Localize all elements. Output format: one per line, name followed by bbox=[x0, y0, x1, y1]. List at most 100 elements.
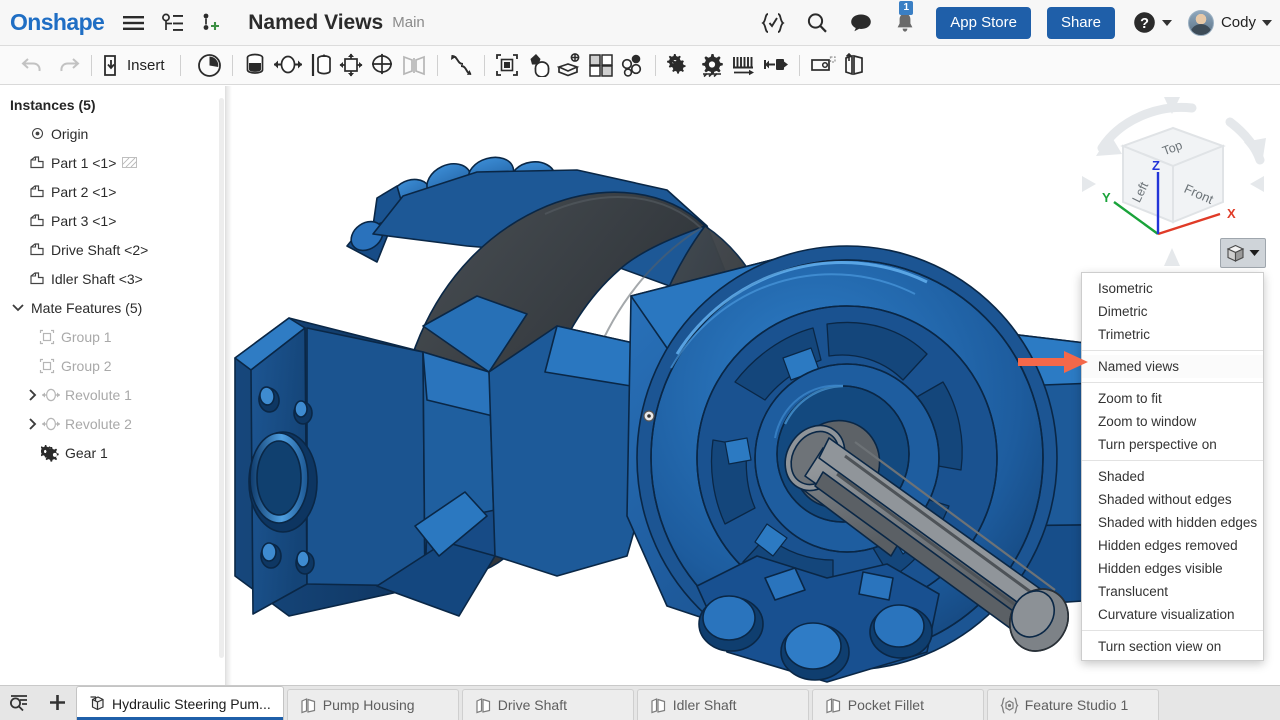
menu-item-hidden-edges-removed[interactable]: Hidden edges removed bbox=[1082, 534, 1263, 557]
tab-pump-housing[interactable]: Pump Housing bbox=[287, 689, 459, 720]
user-chevron-down-icon[interactable] bbox=[1262, 20, 1272, 26]
help-menu[interactable]: ? bbox=[1133, 11, 1172, 34]
search-icon[interactable] bbox=[802, 8, 832, 38]
cylindrical-mate-icon[interactable] bbox=[366, 50, 398, 80]
gear-relation-icon[interactable] bbox=[663, 50, 696, 80]
tree-item-gear-1[interactable]: Gear 1 bbox=[0, 438, 225, 467]
add-tab-button[interactable] bbox=[38, 685, 76, 720]
toolbar-divider bbox=[91, 55, 92, 76]
tree-item-idler-shaft[interactable]: Idler Shaft <3> bbox=[0, 264, 225, 293]
menu-item-shaded-without-edges[interactable]: Shaded without edges bbox=[1082, 488, 1263, 511]
comment-icon[interactable] bbox=[846, 8, 876, 38]
pin-slot-mate-icon[interactable] bbox=[398, 50, 430, 80]
tangent-relation-icon[interactable] bbox=[760, 50, 792, 80]
tree-item-part-1[interactable]: Part 1 <1> bbox=[0, 148, 225, 177]
menu-item-translucent[interactable]: Translucent bbox=[1082, 580, 1263, 603]
chevron-right-icon[interactable] bbox=[24, 418, 40, 430]
assembly-feature-pattern-icon[interactable] bbox=[554, 50, 586, 80]
group-icon[interactable] bbox=[492, 50, 522, 80]
insert-button[interactable]: Insert bbox=[99, 50, 173, 80]
tab-hydraulic-steering-pump[interactable]: Hydraulic Steering Pum... bbox=[76, 686, 284, 720]
gear-relation-icon bbox=[40, 444, 62, 462]
tree-group-mate-features[interactable]: Mate Features (5) bbox=[0, 293, 225, 322]
menu-item-named-views[interactable]: Named views bbox=[1082, 355, 1263, 378]
revolute-mate-icon[interactable] bbox=[270, 50, 306, 80]
rack-pinion-relation-icon[interactable] bbox=[728, 50, 760, 80]
menu-item-shaded[interactable]: Shaded bbox=[1082, 465, 1263, 488]
mate-connector-icon[interactable] bbox=[445, 50, 477, 80]
circular-pattern-icon[interactable] bbox=[616, 50, 648, 80]
notifications-bell-icon[interactable]: 1 bbox=[890, 8, 920, 38]
user-name[interactable]: Cody bbox=[1221, 14, 1256, 31]
assembly-tab-icon bbox=[89, 695, 106, 712]
tab-feature-studio-1[interactable]: Feature Studio 1 bbox=[987, 689, 1159, 720]
annotation-arrow-icon bbox=[1018, 350, 1090, 374]
app-header: Onshape Named Views Main bbox=[0, 0, 1280, 46]
tree-label: Part 1 <1> bbox=[51, 155, 116, 171]
menu-divider bbox=[1082, 350, 1263, 351]
insert-part-studio-icon[interactable] bbox=[839, 50, 869, 80]
part-instance-icon bbox=[26, 184, 48, 200]
chevron-right-icon[interactable] bbox=[24, 389, 40, 401]
slider-mate-icon[interactable] bbox=[306, 50, 336, 80]
tree-item-drive-shaft[interactable]: Drive Shaft <2> bbox=[0, 235, 225, 264]
menu-item-turn-section-view-on[interactable]: Turn section view on bbox=[1082, 635, 1263, 658]
exploded-view-icon[interactable] bbox=[807, 50, 839, 80]
revolute-mate-icon bbox=[40, 417, 62, 431]
menu-item-hidden-edges-visible[interactable]: Hidden edges visible bbox=[1082, 557, 1263, 580]
chevron-down-icon[interactable] bbox=[10, 303, 26, 312]
tree-label: Origin bbox=[51, 126, 88, 142]
tree-label: Drive Shaft <2> bbox=[51, 242, 148, 258]
tree-item-part-2[interactable]: Part 2 <1> bbox=[0, 177, 225, 206]
app-store-button[interactable]: App Store bbox=[936, 7, 1031, 39]
menu-divider bbox=[1082, 382, 1263, 383]
menu-item-trimetric[interactable]: Trimetric bbox=[1082, 323, 1263, 346]
version-graph-icon[interactable] bbox=[158, 8, 188, 38]
panel-scrollbar[interactable] bbox=[219, 98, 224, 658]
part-studio-tab-icon bbox=[300, 697, 317, 714]
featurescript-icon[interactable] bbox=[758, 8, 788, 38]
redo-icon[interactable] bbox=[54, 50, 84, 80]
tab-idler-shaft[interactable]: Idler Shaft bbox=[637, 689, 809, 720]
tree-item-group-2[interactable]: Group 2 bbox=[0, 351, 225, 380]
part-instance-icon bbox=[26, 242, 48, 258]
branch-add-icon[interactable] bbox=[196, 8, 226, 38]
planar-mate-icon[interactable] bbox=[336, 50, 366, 80]
assembly-play-icon[interactable] bbox=[194, 50, 225, 80]
menu-item-dimetric[interactable]: Dimetric bbox=[1082, 300, 1263, 323]
chevron-down-icon bbox=[1162, 20, 1172, 26]
view-mode-dropdown-button[interactable] bbox=[1220, 238, 1266, 268]
menu-item-turn-perspective-on[interactable]: Turn perspective on bbox=[1082, 433, 1263, 456]
share-button[interactable]: Share bbox=[1047, 7, 1115, 39]
menu-item-zoom-to-fit[interactable]: Zoom to fit bbox=[1082, 387, 1263, 410]
menu-divider bbox=[1082, 630, 1263, 631]
tree-item-part-3[interactable]: Part 3 <1> bbox=[0, 206, 225, 235]
menu-item-shaded-with-hidden-edges[interactable]: Shaded with hidden edges bbox=[1082, 511, 1263, 534]
tree-item-origin[interactable]: Origin bbox=[0, 119, 225, 148]
header-right-actions: 1 App Store Share ? Cody bbox=[744, 0, 1280, 46]
replicate-icon[interactable] bbox=[522, 50, 554, 80]
axis-label-y: Y bbox=[1102, 190, 1111, 205]
instances-panel: Instances (5) Origin Part 1 <1> Part 2 <… bbox=[0, 86, 226, 685]
menu-item-curvature-visualization[interactable]: Curvature visualization bbox=[1082, 603, 1263, 626]
avatar[interactable] bbox=[1188, 10, 1214, 36]
menu-item-zoom-to-window[interactable]: Zoom to window bbox=[1082, 410, 1263, 433]
view-options-menu[interactable]: Isometric Dimetric Trimetric Named views… bbox=[1081, 272, 1264, 661]
document-title: Named Views bbox=[248, 11, 383, 35]
tree-item-revolute-1[interactable]: Revolute 1 bbox=[0, 380, 225, 409]
axis-label-z: Z bbox=[1152, 158, 1160, 173]
tree-label: Gear 1 bbox=[65, 445, 108, 461]
menu-item-isometric[interactable]: Isometric bbox=[1082, 277, 1263, 300]
screw-relation-icon[interactable] bbox=[696, 50, 728, 80]
tab-search-icon[interactable] bbox=[0, 685, 38, 720]
undo-icon[interactable] bbox=[16, 50, 46, 80]
linear-pattern-icon[interactable] bbox=[586, 50, 616, 80]
tab-drive-shaft[interactable]: Drive Shaft bbox=[462, 689, 634, 720]
chevron-down-icon bbox=[1249, 249, 1260, 257]
tree-item-revolute-2[interactable]: Revolute 2 bbox=[0, 409, 225, 438]
onshape-logo[interactable]: Onshape bbox=[10, 9, 104, 36]
fastened-mate-icon[interactable] bbox=[240, 50, 270, 80]
hamburger-icon[interactable] bbox=[118, 8, 148, 38]
tab-pocket-fillet[interactable]: Pocket Fillet bbox=[812, 689, 984, 720]
tree-item-group-1[interactable]: Group 1 bbox=[0, 322, 225, 351]
